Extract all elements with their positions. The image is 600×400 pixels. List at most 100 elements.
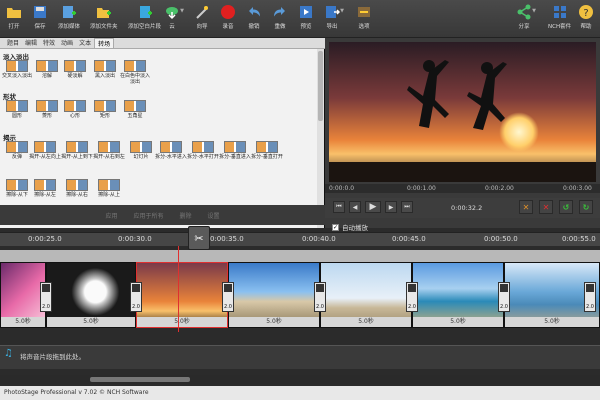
skip-end-button[interactable]: ⏭: [401, 201, 413, 213]
step-forward-button[interactable]: ▶: [385, 201, 397, 213]
timeline-clip[interactable]: 5.0秒: [228, 262, 320, 328]
skip-start-button[interactable]: ⏮: [333, 201, 345, 213]
chevron-down-icon[interactable]: ▼: [340, 8, 344, 14]
chevron-down-icon[interactable]: ▼: [180, 8, 184, 14]
transition-marker[interactable]: 2.0: [498, 282, 510, 312]
transition-tile[interactable]: 幻灯片: [126, 141, 156, 175]
transition-tile[interactable]: 在白色中淡入淡出: [120, 60, 150, 94]
tab-transitions[interactable]: 转场: [94, 38, 115, 48]
transition-tile[interactable]: 拆分-水平进入: [155, 141, 187, 175]
open-button[interactable]: 打开: [6, 2, 22, 36]
tab-effects[interactable]: 特效: [40, 38, 58, 48]
autoplay-checkbox[interactable]: ✓: [332, 223, 339, 231]
folder-open-icon: [7, 8, 21, 18]
transition-tile[interactable]: 硬淡解: [60, 60, 90, 94]
undo-button[interactable]: 撤销: [246, 2, 262, 36]
transition-list: 淡入淡出 交叉淡入淡出 溶解 硬淡解 黑入淡出 在白色中淡入淡出 形状 圆形 菱…: [0, 49, 318, 228]
crop-icon: ✕: [522, 202, 530, 212]
play-button[interactable]: ▶: [365, 201, 381, 213]
transition-thumbnail: [64, 60, 86, 72]
nch-suite-button[interactable]: NCH套件: [548, 2, 571, 36]
wizard-icon: [196, 6, 208, 19]
transition-marker[interactable]: 2.0: [406, 282, 418, 312]
transition-tile[interactable]: 矩形: [90, 100, 120, 134]
options-button[interactable]: 选项: [356, 2, 372, 36]
redo-icon: [274, 7, 285, 17]
step-forward-icon: ▶: [388, 203, 394, 211]
app-window: 打开 保存 添加媒体 添加文件夹 添加空白片段 云 ▼ 向导 录音 撤销 重做 …: [0, 0, 600, 400]
transition-icon: [500, 284, 508, 292]
preview-button[interactable]: 预览: [298, 2, 314, 36]
transition-icon: [408, 284, 416, 292]
playback-controls: ⏮ ◀ ▶ ▶ ⏭ 0:00:32.2 ✕ ✕ ↺ ↻: [325, 198, 600, 218]
save-button[interactable]: 保存: [32, 2, 48, 36]
video-track: 5.0秒 5.0秒 5.0秒 5.0秒 5.0秒 5.0秒 5.0秒 2.0 2…: [0, 262, 600, 328]
transition-icon: [42, 284, 50, 292]
play-icon: ▶: [369, 202, 377, 212]
transition-thumbnail: [98, 179, 120, 191]
transition-thumbnail: [94, 60, 116, 72]
tab-text[interactable]: 文本: [76, 38, 94, 48]
crop-button[interactable]: ✕: [519, 200, 533, 214]
timeline-ruler[interactable]: 0:00:25.0 0:00:30.0 0:00:35.0 0:00:40.0 …: [0, 232, 600, 246]
chevron-down-icon[interactable]: ▼: [532, 8, 536, 14]
transition-tile[interactable]: 揭开-从上到下: [61, 141, 93, 175]
transition-marker[interactable]: 2.0: [40, 282, 52, 312]
record-button[interactable]: 录音: [220, 2, 236, 36]
share-icon: [517, 4, 531, 20]
apply-button[interactable]: 应用: [105, 211, 117, 220]
transition-tile[interactable]: 揭开-从右到左: [93, 141, 125, 175]
step-back-icon: ◀: [352, 203, 358, 211]
cloud-button[interactable]: 云 ▼: [164, 2, 184, 36]
delete-clip-button[interactable]: ✕: [539, 200, 553, 214]
transition-tile[interactable]: 心形: [60, 100, 90, 134]
playhead-handle[interactable]: ✂: [188, 226, 210, 250]
add-folder-button[interactable]: 添加文件夹: [90, 2, 118, 36]
add-media-icon: [63, 6, 76, 18]
rotate-right-button[interactable]: ↻: [579, 200, 593, 214]
scrollbar-thumb[interactable]: [90, 377, 190, 382]
tab-animation[interactable]: 动画: [58, 38, 76, 48]
transition-tile[interactable]: 黑入淡出: [90, 60, 120, 94]
settings-button[interactable]: 设置: [208, 211, 220, 220]
audio-track[interactable]: ♫ 将声音片段拖到此处。: [0, 345, 600, 369]
rotate-right-icon: ↻: [582, 202, 590, 212]
transition-marker[interactable]: 2.0: [130, 282, 142, 312]
transition-tile[interactable]: 五角星: [120, 100, 150, 134]
add-blank-clip-button[interactable]: 添加空白片段: [128, 2, 161, 36]
wizard-button[interactable]: 向导: [194, 2, 210, 36]
transition-marker[interactable]: 2.0: [584, 282, 596, 312]
transition-tile[interactable]: 揭开-从左向上: [29, 141, 61, 175]
transition-tile[interactable]: 拆分-垂直进入: [219, 141, 251, 175]
vertical-scrollbar[interactable]: [317, 49, 324, 228]
timeline-scrollbar[interactable]: [0, 375, 600, 384]
apply-all-button[interactable]: 应用于所有: [133, 211, 163, 220]
transition-thumbnail: [6, 141, 28, 153]
redo-button[interactable]: 重做: [272, 2, 288, 36]
transition-tile[interactable]: 圆形: [2, 100, 32, 134]
timeline-clip[interactable]: 5.0秒: [46, 262, 136, 328]
timeline-clip[interactable]: 5.0秒: [412, 262, 504, 328]
timeline-clip-selected[interactable]: 5.0秒: [136, 262, 228, 328]
transition-action-bar: 应用 应用于所有 删除 设置: [0, 205, 325, 225]
transition-tile[interactable]: 拆分-水平打开: [187, 141, 219, 175]
transition-marker[interactable]: 2.0: [314, 282, 326, 312]
transition-tile[interactable]: 交叉淡入淡出: [2, 60, 32, 94]
autoplay-toggle[interactable]: ✓ 自动播放: [332, 222, 368, 232]
scrollbar-thumb[interactable]: [318, 51, 323, 121]
tab-edit[interactable]: 编辑: [22, 38, 40, 48]
transition-tile[interactable]: 拆分-垂直打开: [251, 141, 283, 175]
rotate-left-button[interactable]: ↺: [559, 200, 573, 214]
help-button[interactable]: ? 帮助: [578, 2, 594, 36]
delete-button[interactable]: 删除: [180, 211, 192, 220]
step-back-button[interactable]: ◀: [349, 201, 361, 213]
add-media-button[interactable]: 添加媒体: [58, 2, 80, 36]
share-button[interactable]: 分享 ▼: [516, 2, 536, 36]
timeline-clip[interactable]: 5.0秒: [320, 262, 412, 328]
tab-title[interactable]: 题目: [4, 38, 22, 48]
transition-icon: [316, 284, 324, 292]
export-button[interactable]: 导出 ▼: [324, 2, 344, 36]
transition-marker[interactable]: 2.0: [222, 282, 234, 312]
help-icon: ?: [579, 5, 593, 19]
skip-end-icon: ⏭: [404, 203, 410, 210]
